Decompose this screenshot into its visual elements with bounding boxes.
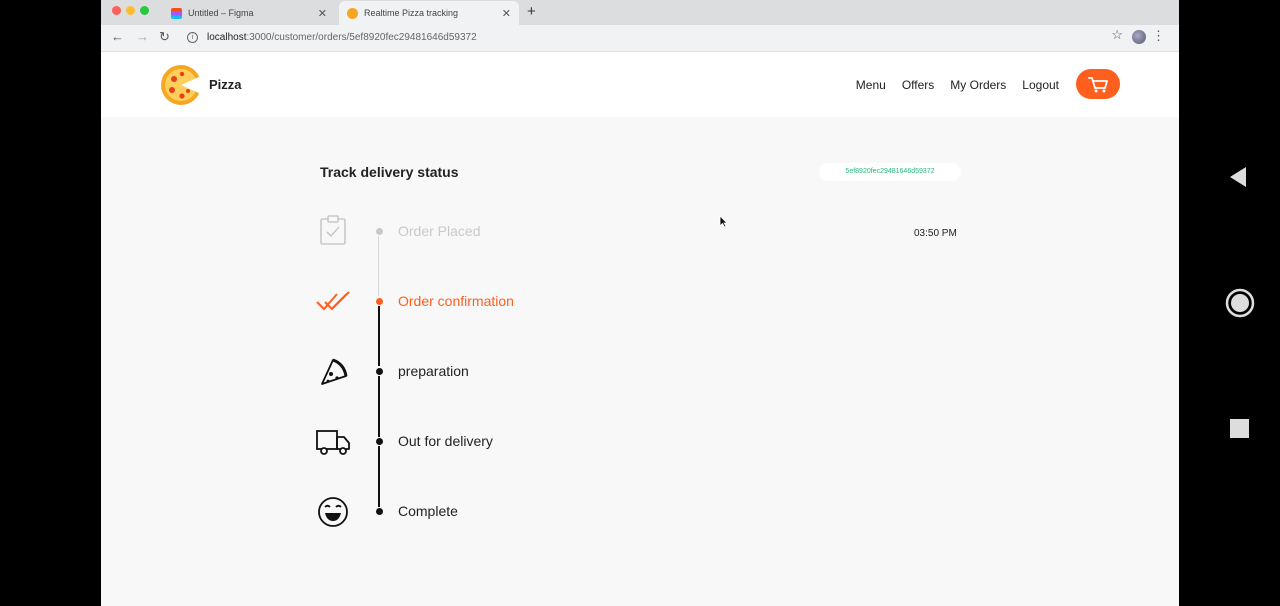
step-label: Complete: [398, 503, 458, 519]
order-id-badge: 5ef8920fec29481646d59372: [819, 163, 961, 181]
browser-menu-icon[interactable]: ⋮: [1152, 28, 1165, 44]
site-header: Pizza Menu Offers My Orders Logout: [101, 52, 1179, 117]
pizza-favicon-icon: [347, 7, 358, 19]
nav-link-menu[interactable]: Menu: [856, 78, 886, 92]
step-label: Order confirmation: [398, 293, 514, 309]
url-path: :3000/customer/orders/5ef8920fec29481646…: [246, 32, 477, 43]
pizza-logo-icon[interactable]: [160, 64, 202, 106]
back-arrow-icon[interactable]: ←: [111, 29, 124, 44]
url-host: localhost: [207, 32, 247, 43]
nav-link-logout[interactable]: Logout: [1022, 78, 1059, 92]
brand-name[interactable]: Pizza: [209, 77, 242, 92]
step-time: 03:50 PM: [914, 228, 957, 239]
url-text: localhost:3000/customer/orders/5ef8920fe…: [207, 32, 477, 43]
tab-label: Realtime Pizza tracking: [364, 8, 459, 18]
pizza-slice-icon: [321, 358, 348, 385]
tab-pizza-tracking[interactable]: Realtime Pizza tracking ✕: [339, 1, 519, 25]
address-bar[interactable]: i localhost:3000/customer/orders/5ef8920…: [177, 28, 1167, 49]
android-back-icon[interactable]: [1228, 166, 1248, 188]
nav-link-my-orders[interactable]: My Orders: [950, 78, 1006, 92]
new-tab-button[interactable]: +: [527, 3, 536, 20]
timeline-dot: [376, 438, 383, 445]
android-recents-icon[interactable]: [1230, 419, 1249, 438]
tab-close-icon[interactable]: ✕: [318, 7, 327, 20]
timeline-connector: [378, 306, 380, 366]
browser-window: Untitled – Figma ✕ Realtime Pizza tracki…: [101, 0, 1179, 606]
figma-icon: [171, 7, 182, 19]
minimize-window-button[interactable]: [126, 6, 135, 15]
tab-close-icon[interactable]: ✕: [502, 7, 511, 20]
cart-icon: [1088, 77, 1108, 93]
forward-arrow-icon[interactable]: →: [136, 29, 149, 44]
mouse-cursor-icon: [719, 215, 728, 228]
profile-avatar[interactable]: [1132, 30, 1146, 44]
timeline-dot: [376, 298, 383, 305]
timeline-connector-done: [378, 236, 379, 296]
maximize-window-button[interactable]: [140, 6, 149, 15]
delivery-truck-icon: [316, 430, 350, 455]
reload-icon[interactable]: ↻: [159, 29, 170, 45]
timeline-dot: [376, 228, 383, 235]
double-check-icon: [316, 291, 350, 311]
bookmark-star-icon[interactable]: ☆: [1111, 27, 1123, 43]
step-label: Out for delivery: [398, 433, 493, 449]
timeline-dot: [376, 368, 383, 375]
timeline-connector: [378, 446, 380, 507]
tab-figma[interactable]: Untitled – Figma ✕: [163, 1, 335, 25]
browser-toolbar: ← → ↻ i localhost:3000/customer/orders/5…: [101, 25, 1179, 52]
tab-strip: Untitled – Figma ✕ Realtime Pizza tracki…: [101, 0, 1179, 25]
nav-link-offers[interactable]: Offers: [902, 78, 934, 92]
step-label: preparation: [398, 363, 469, 379]
close-window-button[interactable]: [112, 6, 121, 15]
cart-button[interactable]: [1076, 69, 1120, 99]
clipboard-check-icon: [320, 215, 346, 245]
smile-icon: [318, 497, 348, 527]
tab-label: Untitled – Figma: [188, 8, 254, 18]
site-info-icon[interactable]: i: [187, 32, 198, 43]
device-screen: Untitled – Figma ✕ Realtime Pizza tracki…: [0, 0, 1280, 606]
timeline-connector: [378, 376, 380, 437]
step-label: Order Placed: [398, 223, 481, 239]
page-title: Track delivery status: [320, 164, 459, 180]
main-nav: Menu Offers My Orders Logout: [856, 78, 1059, 92]
timeline-dot: [376, 508, 383, 515]
android-home-icon[interactable]: [1225, 288, 1255, 318]
